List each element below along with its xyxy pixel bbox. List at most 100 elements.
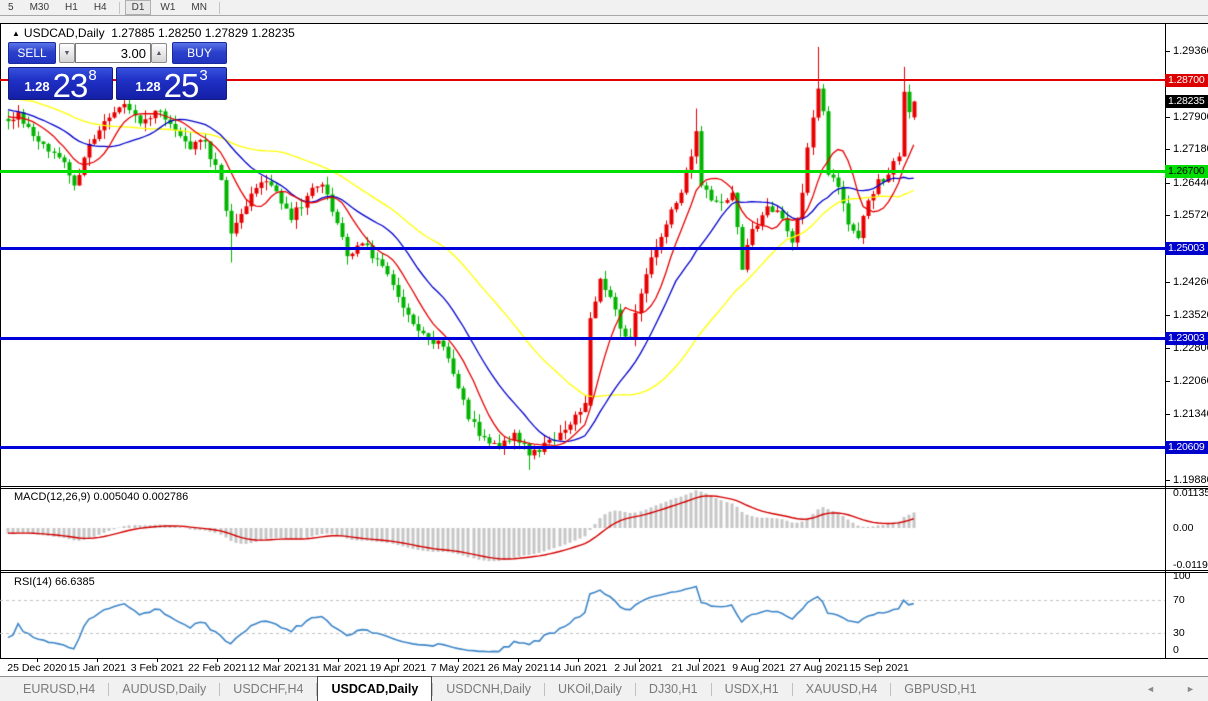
date-label: 15 Sep 2021 — [849, 662, 909, 674]
rsi-label: RSI(14) 66.6385 — [14, 576, 95, 588]
timeframe-button-mn[interactable]: MN — [184, 0, 214, 15]
rsi-axis-label: 70 — [1173, 594, 1185, 606]
price-badge-1.23003: 1.23003 — [1165, 332, 1208, 345]
chart-tab-dj30[interactable]: DJ30,H1 — [636, 677, 711, 701]
price-badge-1.28235: 1.28235 — [1165, 95, 1208, 108]
toolbar-separator — [219, 2, 220, 14]
timeframe-toolbar: 5M30H1H4 D1W1MN — [0, 0, 1208, 16]
price-tick-label: 1.27180 — [1173, 143, 1208, 155]
one-click-trading-panel: SELL ▼ ▲ BUY 1.28 23 8 1.28 25 3 — [8, 42, 227, 100]
price-badge-1.25003: 1.25003 — [1165, 242, 1208, 255]
date-label: 9 Aug 2021 — [732, 662, 785, 674]
price-tick-mark — [1166, 381, 1170, 382]
rsi-axis-label: 0 — [1173, 644, 1179, 656]
level-line-1.25003 — [0, 247, 1165, 250]
sell-price-big-figure: 1.28 — [24, 79, 49, 94]
macd-axis-label: 0.00 — [1173, 522, 1193, 534]
chart-title: ▲ USDCAD,Daily 1.27885 1.28250 1.27829 1.… — [12, 26, 295, 40]
price-badge-1.28700: 1.28700 — [1165, 74, 1208, 87]
level-line-1.20609 — [0, 446, 1165, 449]
price-tick-mark — [1166, 117, 1170, 118]
price-tick-label: 1.26440 — [1173, 177, 1208, 189]
volume-decrease-button[interactable]: ▼ — [59, 43, 75, 63]
price-tick-label: 1.21340 — [1173, 408, 1208, 420]
date-label: 7 May 2021 — [431, 662, 486, 674]
chart-tab-ukoil[interactable]: UKOil,Daily — [545, 677, 635, 701]
buy-button[interactable]: BUY — [172, 42, 227, 64]
toolbar-separator — [119, 2, 120, 14]
price-tick-label: 1.19880 — [1173, 474, 1208, 486]
date-label: 21 Jul 2021 — [671, 662, 725, 674]
price-tick-mark — [1166, 149, 1170, 150]
chart-tab-xauusd[interactable]: XAUUSD,H4 — [793, 677, 891, 701]
price-tick-label: 1.27900 — [1173, 111, 1208, 123]
chart-tab-usdchf[interactable]: USDCHF,H4 — [220, 677, 316, 701]
price-tick-mark — [1166, 282, 1170, 283]
price-tick-label: 1.23520 — [1173, 309, 1208, 321]
date-label: 31 Mar 2021 — [308, 662, 367, 674]
chart-tab-audusd[interactable]: AUDUSD,Daily — [109, 677, 219, 701]
timeframe-button-m30[interactable]: M30 — [23, 0, 56, 15]
chart-tab-gbpusd[interactable]: GBPUSD,H1 — [891, 677, 989, 701]
price-tick-label: 1.25720 — [1173, 209, 1208, 221]
price-tick-mark — [1166, 414, 1170, 415]
price-tick-mark — [1166, 51, 1170, 52]
date-label: 15 Jan 2021 — [68, 662, 126, 674]
chart-ohlc-values: 1.27885 1.28250 1.27829 1.28235 — [111, 26, 295, 40]
spin-up-icon: ▲ — [156, 50, 163, 57]
price-tick-mark — [1166, 215, 1170, 216]
rsi-axis-label: 30 — [1173, 627, 1185, 639]
chart-tab-usdx[interactable]: USDX,H1 — [712, 677, 792, 701]
date-label: 19 Apr 2021 — [370, 662, 427, 674]
volume-increase-button[interactable]: ▲ — [151, 43, 167, 63]
buy-price-point: 3 — [199, 67, 207, 84]
buy-price-display[interactable]: 1.28 25 3 — [116, 67, 227, 100]
date-label: 26 May 2021 — [488, 662, 549, 674]
macd-axis-label: 0.01135 — [1173, 487, 1208, 499]
date-label: 27 Aug 2021 — [789, 662, 848, 674]
date-label: 3 Feb 2021 — [131, 662, 184, 674]
price-tick-mark — [1166, 183, 1170, 184]
timeframe-button-d1[interactable]: D1 — [125, 0, 152, 15]
date-label: 12 Mar 2021 — [248, 662, 307, 674]
price-tick-label: 1.24260 — [1173, 276, 1208, 288]
tab-scroll-right-icon[interactable]: ► — [1186, 684, 1195, 694]
chart-tab-bar: EURUSD,H4AUDUSD,DailyUSDCHF,H4USDCAD,Dai… — [0, 676, 1208, 701]
buy-price-big-figure: 1.28 — [135, 79, 160, 94]
price-badge-1.26700: 1.26700 — [1165, 165, 1208, 178]
price-tick-mark — [1166, 348, 1170, 349]
collapse-chart-icon[interactable]: ▲ — [12, 29, 20, 38]
sell-button[interactable]: SELL — [8, 42, 56, 64]
sell-price-pips: 23 — [53, 72, 88, 99]
sell-price-point: 8 — [88, 67, 96, 84]
rsi-axis-label: 100 — [1173, 570, 1191, 582]
sell-price-display[interactable]: 1.28 23 8 — [8, 67, 113, 100]
chart-tab-eurusd[interactable]: EURUSD,H4 — [10, 677, 108, 701]
pane-separator — [0, 486, 1208, 487]
date-label: 2 Jul 2021 — [614, 662, 662, 674]
date-axis-border — [0, 658, 1208, 659]
price-tick-mark — [1166, 315, 1170, 316]
price-tick-mark — [1166, 480, 1170, 481]
price-tick-label: 1.29360 — [1173, 45, 1208, 57]
buy-price-pips: 25 — [164, 72, 199, 99]
price-badge-1.20609: 1.20609 — [1165, 441, 1208, 454]
date-label: 25 Dec 2020 — [7, 662, 67, 674]
level-line-1.23003 — [0, 337, 1165, 340]
tab-scroll-left-icon[interactable]: ◄ — [1146, 684, 1155, 694]
timeframe-button-5[interactable]: 5 — [1, 0, 21, 15]
timeframe-button-w1[interactable]: W1 — [153, 0, 182, 15]
date-label: 14 Jun 2021 — [549, 662, 607, 674]
date-label: 22 Feb 2021 — [188, 662, 247, 674]
rsi-pane-canvas[interactable] — [0, 573, 1165, 658]
chart-symbol-period: USDCAD,Daily — [24, 26, 105, 40]
pane-separator — [0, 570, 1208, 571]
level-line-1.267 — [0, 170, 1165, 173]
timeframe-button-h4[interactable]: H4 — [87, 0, 114, 15]
chart-tab-usdcad[interactable]: USDCAD,Daily — [317, 676, 432, 701]
price-tick-label: 1.22060 — [1173, 375, 1208, 387]
spin-down-icon: ▼ — [64, 50, 71, 57]
chart-tab-usdcnh[interactable]: USDCNH,Daily — [433, 677, 544, 701]
timeframe-button-h1[interactable]: H1 — [58, 0, 85, 15]
volume-input[interactable] — [75, 43, 151, 63]
